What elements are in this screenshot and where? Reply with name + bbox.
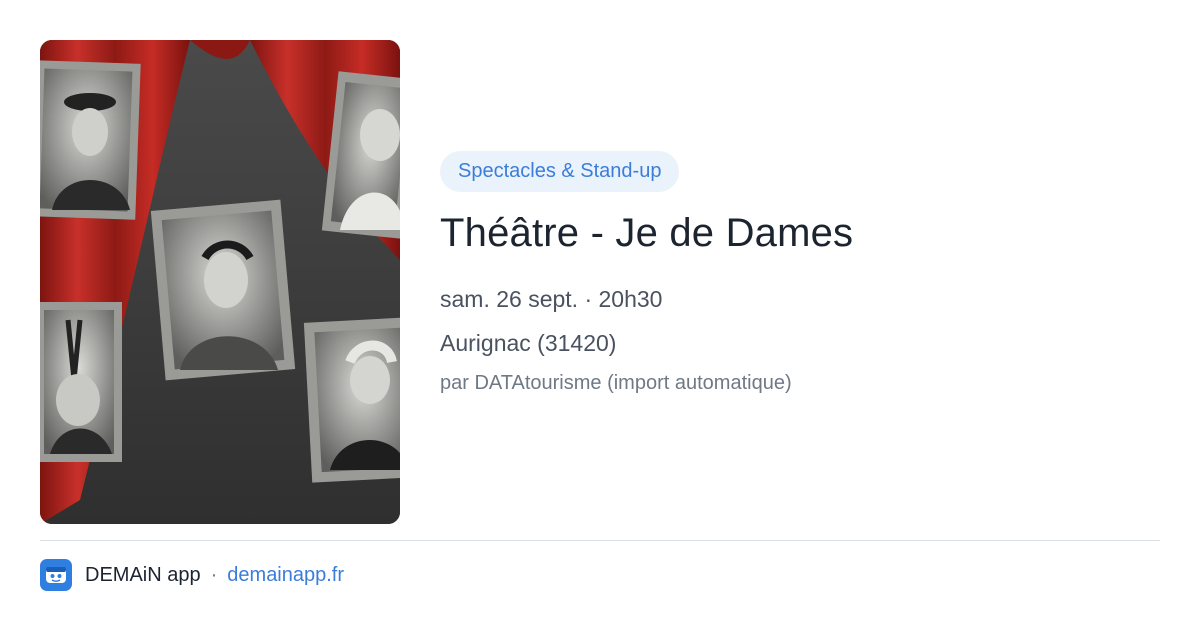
- footer-separator: ·: [210, 563, 218, 586]
- footer-divider: [40, 540, 1160, 541]
- poster-image: [40, 40, 400, 524]
- event-source: par DATAtourisme (import automatique): [440, 372, 792, 394]
- footer: DEMAiN app · demainapp.fr: [40, 558, 344, 592]
- demain-logo-icon: [40, 559, 72, 591]
- portrait-frame-3: [150, 199, 296, 381]
- portrait-frame-4: [40, 302, 122, 462]
- event-poster: [40, 40, 400, 524]
- event-info: Spectacles & Stand-up Théâtre - Je de Da…: [440, 151, 1160, 396]
- category-badge[interactable]: Spectacles & Stand-up: [440, 151, 680, 192]
- event-location: Aurignac (31420): [440, 330, 617, 356]
- app-link[interactable]: demainapp.fr: [227, 564, 344, 587]
- portrait-frame-5: [303, 317, 400, 483]
- portrait-frame-1: [40, 60, 141, 220]
- app-name: DEMAiN app: [85, 563, 201, 586]
- event-datetime: sam. 26 sept. · 20h30: [440, 286, 663, 312]
- event-title: Théâtre - Je de Dames: [440, 211, 854, 255]
